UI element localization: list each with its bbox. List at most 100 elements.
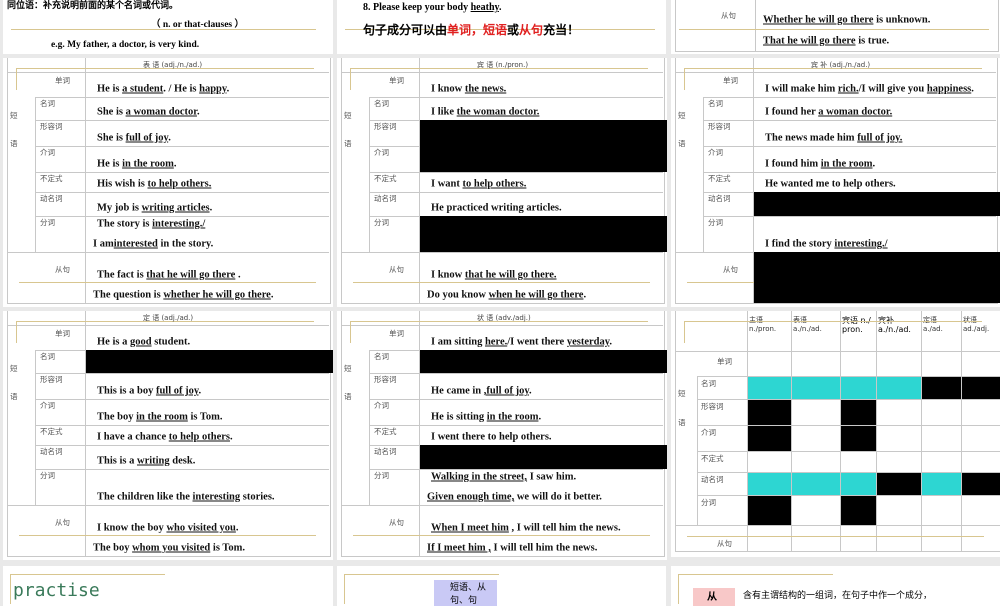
column-header: 宾语 n./pron.	[842, 316, 871, 334]
example-sentence: He practiced writing articles.	[431, 202, 562, 214]
row-label-inf: 不定式	[708, 174, 731, 183]
divider	[961, 311, 962, 551]
row-line	[697, 451, 1000, 452]
slide-summary[interactable]: 8. Please keep your body heathy. 句子成分可以由…	[337, 0, 666, 54]
row-label-phrase: 短	[10, 111, 18, 120]
highlight-box: 短语、从句、句子	[434, 580, 497, 606]
row-label-part: 分词	[40, 218, 55, 227]
example-sentence: Walking in the street, I saw him.	[431, 471, 577, 483]
row-label-word: 单词	[389, 76, 404, 85]
row-label-inf: 不定式	[701, 454, 724, 463]
row-line	[697, 495, 1000, 496]
row-label-part: 分词	[374, 218, 389, 227]
row-line	[35, 373, 329, 374]
row-line	[35, 146, 329, 147]
sentence: That he will go there is true.	[763, 35, 890, 47]
example-sentence: She is full of joy.	[97, 132, 171, 144]
row-line	[7, 252, 329, 253]
row-label-part: 分词	[374, 471, 389, 480]
row-label-gerund: 动名词	[40, 447, 63, 456]
slide-table[interactable]: 单词 名词 形容词 介词 不定式 动名词 分词 从句 短语 表 语 (adj./n./ad.) He…	[3, 58, 333, 307]
row-label-word: 单词	[723, 76, 738, 85]
example-sentence: I am sitting here./I went there yesterda…	[431, 336, 613, 348]
example-sentence: His wish is to help others.	[97, 178, 212, 190]
row-label-prep: 介词	[40, 148, 55, 157]
example-sentence: I found him in the room.	[765, 158, 876, 170]
slide-table[interactable]: 单词 名词 形容词 介词 不定式 动名词 分词 从句 短语 定 语 (adj./ad.) He is…	[3, 311, 333, 560]
row-label-gerund: 动名词	[374, 194, 397, 203]
row-label-phrase: 短	[344, 364, 352, 373]
slide-practise[interactable]: practise	[3, 566, 333, 606]
example-sentence: I want to help others.	[431, 178, 527, 190]
redaction-block	[420, 146, 667, 172]
divider	[419, 58, 420, 303]
slide-text: 8. Please keep your body heathy.	[363, 2, 502, 13]
example-sentence: When I meet him , I will tell him the ne…	[431, 522, 621, 534]
row-line	[369, 425, 663, 426]
accent-line	[353, 535, 650, 536]
row-line	[7, 505, 329, 506]
row-label-adj: 形容词	[708, 122, 731, 131]
accent-line	[350, 68, 351, 90]
row-label-word: 单词	[389, 329, 404, 338]
redaction-block	[420, 445, 667, 469]
row-line	[675, 72, 996, 73]
slide-table[interactable]: 单词 名词 形容词 介词 不定式 动名词 分词 从句 短语 宾 语 (n./pron.) I kno…	[337, 58, 667, 307]
row-line	[35, 399, 329, 400]
example-sentence: The story is interesting./	[97, 218, 206, 230]
row-label-inf: 不定式	[40, 174, 63, 183]
divider	[791, 311, 792, 551]
accent-line	[687, 536, 984, 537]
divider	[85, 311, 86, 556]
divider	[85, 58, 86, 303]
row-label-phrase: 短	[10, 364, 18, 373]
example-sentence: Do you know when he will go there.	[427, 289, 587, 301]
row-line	[7, 325, 329, 326]
slide-title: practise	[13, 580, 100, 601]
redaction-block	[754, 192, 1000, 216]
row-label-noun: 名词	[40, 352, 55, 361]
slide-appositive[interactable]: 同位语：补充说明前面的某个名词或代词。 （ n. or that-clauses…	[3, 0, 333, 54]
row-label-part: 分词	[40, 471, 55, 480]
row-line	[341, 505, 663, 506]
row-label-gerund: 动名词	[374, 447, 397, 456]
row-label-prep: 介词	[40, 401, 55, 410]
slide-summary-matrix[interactable]: 单词 名词 形容词 介词 不定式 动名词 分词 从句 短语 主语 n./pron. 表语 a./n./a…	[671, 311, 1000, 557]
example-sentence: I like the woman doctor.	[431, 106, 540, 118]
row-line	[341, 325, 663, 326]
row-line	[35, 192, 329, 193]
row-line	[675, 525, 1000, 526]
slide-title: 定 语 (adj./ad.)	[143, 314, 194, 322]
row-label-noun: 名词	[374, 99, 389, 108]
slide-table[interactable]: 单词 名词 形容词 介词 不定式 动名词 分词 从句 短语 状 语 (adv./adj.) I am…	[337, 311, 667, 560]
row-line	[675, 351, 1000, 352]
slide-text: 同位语：补充说明前面的某个名词或代词。	[7, 0, 179, 10]
slide-title: 状 语 (adv./adj.)	[477, 314, 531, 322]
row-label-prep: 介词	[374, 148, 389, 157]
slide-subject-clause[interactable]: 从句 Whether he will go there is unknown. …	[671, 0, 1000, 54]
row-line	[703, 146, 996, 147]
divider	[876, 311, 877, 551]
example-sentence: He is a good student.	[97, 336, 191, 348]
slide-clause-definition[interactable]: 从 含有主谓结构的一组词，在句子中作一个成分，	[671, 566, 1000, 606]
row-label-word: 单词	[55, 329, 70, 338]
slide-table[interactable]: 单词 名词 形容词 介词 不定式 动名词 分词 从句 短语 宾 补 (adj./n./ad.) I …	[671, 58, 1000, 307]
row-label-adj: 形容词	[40, 122, 63, 131]
example-sentence: I found her a woman doctor.	[765, 106, 893, 118]
example-sentence: He is in the room.	[97, 158, 177, 170]
row-label-phrase: 短	[678, 389, 686, 398]
row-label: 从句	[721, 11, 736, 20]
redaction-block	[420, 120, 667, 146]
row-label-noun: 名词	[374, 352, 389, 361]
row-label-phrase: 短	[678, 111, 686, 120]
example-sentence: I have a chance to help others.	[97, 431, 233, 443]
example-sentence: I went there to help others.	[431, 431, 552, 443]
example-sentence: I will make him rich./I will give you ha…	[765, 83, 974, 95]
row-label-part: 分词	[708, 218, 723, 227]
row-label-clause: 从句	[723, 265, 738, 274]
slide-text: 句子成分可以由单词，短语或从句充当！	[363, 23, 580, 37]
slide-title: 宾 语 (n./pron.)	[477, 61, 529, 69]
row-label-clause: 从句	[389, 518, 404, 527]
example-sentence: The boy whom you visited is Tom.	[93, 542, 246, 554]
slide-phrase-clause[interactable]: 短语、从句、句子	[337, 566, 666, 606]
